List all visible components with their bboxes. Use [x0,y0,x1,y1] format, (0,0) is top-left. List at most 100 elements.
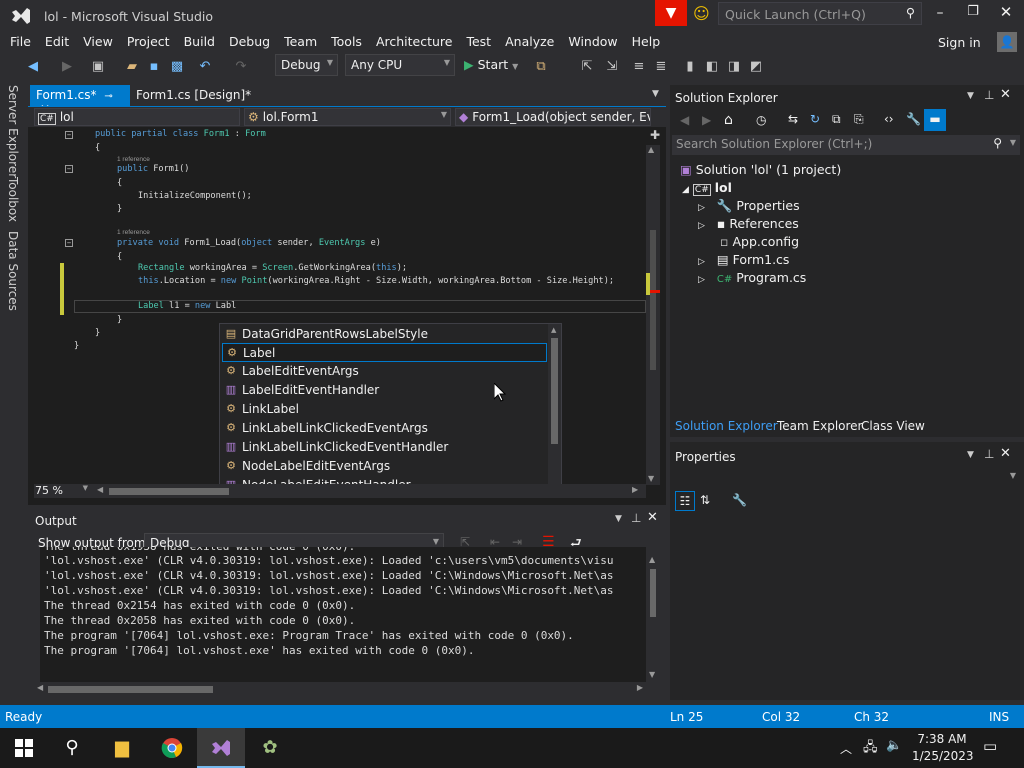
pin-icon[interactable]: ⊥ [984,447,994,461]
pin-icon[interactable]: ⊥ [631,511,641,525]
menu-debug[interactable]: Debug [222,31,277,49]
undo-icon[interactable]: ↶ [196,58,214,76]
pin-icon[interactable]: ⊥ [984,88,994,102]
home-icon[interactable]: ⌂ [724,112,733,128]
menu-architecture[interactable]: Architecture [369,31,460,49]
server-explorer-tab[interactable]: Server Explorer [6,85,20,178]
output-vertical-scrollbar[interactable]: ▲ ▼ [646,555,660,679]
output-horizontal-scrollbar[interactable]: ◀ ▶ [34,682,646,696]
sync-icon[interactable]: ⇆ [788,112,798,126]
view-code-icon[interactable]: ‹› [884,112,894,126]
scroll-up-icon[interactable]: ▲ [551,326,556,334]
reference-count[interactable]: 1 reference [117,229,150,236]
completion-item[interactable]: ▤ DataGridParentRowsLabelStyle [222,325,547,344]
forward-icon[interactable]: ▶ [58,58,76,76]
configuration-dropdown[interactable]: Debug ▼ [275,54,338,76]
platform-dropdown[interactable]: Any CPU ▼ [345,54,455,76]
pin-icon[interactable]: ⊸ [104,91,112,102]
close-panel-icon[interactable]: ✕ [647,510,658,525]
menu-build[interactable]: Build [177,31,222,49]
scroll-thumb[interactable] [650,230,656,370]
browser-link-icon[interactable]: ⧉ [532,58,550,76]
close-panel-icon[interactable]: ✕ [1000,87,1011,102]
show-hidden-icons-icon[interactable]: ︿ [840,740,852,757]
menu-analyze[interactable]: Analyze [498,31,561,49]
tree-item-properties[interactable]: ▷ 🔧 Properties [698,198,800,214]
zoom-dropdown[interactable]: 75 % ▼ [34,484,90,498]
menu-team[interactable]: Team [277,31,324,49]
menu-view[interactable]: View [76,31,120,49]
tree-item-program[interactable]: ▷ C# Program.cs [698,270,806,285]
menu-window[interactable]: Window [561,31,624,49]
data-sources-tab[interactable]: Data Sources [6,231,20,311]
preview-toggle-icon[interactable]: ▬ [924,109,946,131]
restore-button[interactable]: ❐ [963,4,983,19]
tree-item-references[interactable]: ▷ ▪ References [698,216,799,231]
show-all-files-icon[interactable]: ⎘ [854,112,864,127]
step-icon[interactable]: ⇱ [578,58,596,76]
refresh-icon[interactable]: ↻ [810,112,820,126]
network-icon[interactable]: 🖧 [863,738,878,760]
scroll-down-icon[interactable]: ▼ [649,670,655,679]
toolbox-tab[interactable]: Toolbox [6,177,20,222]
history-icon[interactable]: ◷ [756,113,766,127]
popup-scrollbar[interactable]: ▲ ▼ [548,324,561,494]
bookmark-next-icon[interactable]: ◨ [725,58,743,76]
se-forward-icon[interactable]: ▶ [702,113,711,127]
editor-vertical-scrollbar[interactable]: ▲ ▼ [646,145,660,485]
notification-icon[interactable]: ▭ [983,737,997,755]
smiley-icon[interactable]: ☺ [693,4,710,23]
tab-solution-explorer[interactable]: Solution Explorer [675,419,778,433]
property-pages-icon[interactable]: 🔧 [732,493,747,507]
visual-studio-taskbar-icon[interactable] [197,728,245,768]
scroll-left-icon[interactable]: ◀ [37,683,43,692]
tree-item-app-config[interactable]: ▫ App.config [720,234,799,249]
scroll-up-icon[interactable]: ▲ [648,145,654,154]
file-explorer-icon[interactable]: ▆ [98,728,146,768]
scroll-thumb[interactable] [48,686,213,693]
step-over-icon[interactable]: ⇲ [603,58,621,76]
save-all-icon[interactable]: ▩ [168,58,186,76]
panel-menu-icon[interactable]: ▼ [967,91,974,101]
quick-launch-input[interactable]: Quick Launch (Ctrl+Q) ⚲ [718,2,922,25]
start-button[interactable]: ▶ Start ▼ [464,57,518,72]
chrome-icon[interactable] [148,728,196,768]
scroll-thumb[interactable] [650,569,656,617]
project-node[interactable]: ◢ C# lol [682,180,732,196]
scroll-up-icon[interactable]: ▲ [649,555,655,564]
volume-icon[interactable]: 🔈 [886,738,902,753]
solution-search-input[interactable]: Search Solution Explorer (Ctrl+;) ⚲ ▼ [672,135,1020,155]
completion-item[interactable]: ⚙ LabelEditEventArgs [222,362,547,381]
close-button[interactable]: ✕ [996,3,1016,21]
collapse-icon[interactable]: − [65,131,73,139]
alphabetical-icon[interactable]: ⇅ [700,493,710,507]
output-text[interactable]: The thread 0x1938 has exited with code 0… [40,547,646,682]
menu-help[interactable]: Help [625,31,668,49]
tab-class-view[interactable]: Class View [861,419,925,433]
menu-tools[interactable]: Tools [324,31,369,49]
clock[interactable]: 7:38 AM 1/25/2023 [912,731,974,765]
intellisense-popup[interactable]: ▤ DataGridParentRowsLabelStyle ⚙ Label ⚙ La… [219,323,562,495]
minimize-button[interactable]: – [930,5,950,21]
search-icon[interactable]: ⚲ [48,728,96,768]
project-dropdown[interactable]: C# lol [34,108,240,126]
member-dropdown[interactable]: ◆Form1_Load(object sender, Event [455,108,651,126]
windows-start-icon[interactable] [0,728,48,768]
app-taskbar-icon[interactable]: ✿ [246,728,294,768]
back-icon[interactable]: ◀ [24,58,42,76]
solution-node[interactable]: ▣ Solution 'lol' (1 project) [680,162,841,177]
tab-form1-design[interactable]: Form1.cs [Design]* [130,85,257,107]
menu-project[interactable]: Project [120,31,177,49]
split-icon[interactable]: ✚ [650,128,660,142]
panel-menu-icon[interactable]: ▼ [967,450,974,460]
new-project-icon[interactable]: ▣ [89,58,107,76]
comment-icon[interactable]: ≡ [630,58,648,76]
panel-menu-icon[interactable]: ▼ [615,514,622,524]
reference-count[interactable]: 1 reference [117,156,150,163]
bookmark-prev-icon[interactable]: ◧ [703,58,721,76]
feedback-icon[interactable]: ▼ [655,0,687,26]
collapse-icon[interactable]: − [65,239,73,247]
categorized-icon[interactable]: ☷ [675,491,695,511]
horizontal-scroll-thumb[interactable] [109,488,229,495]
menu-test[interactable]: Test [459,31,498,49]
